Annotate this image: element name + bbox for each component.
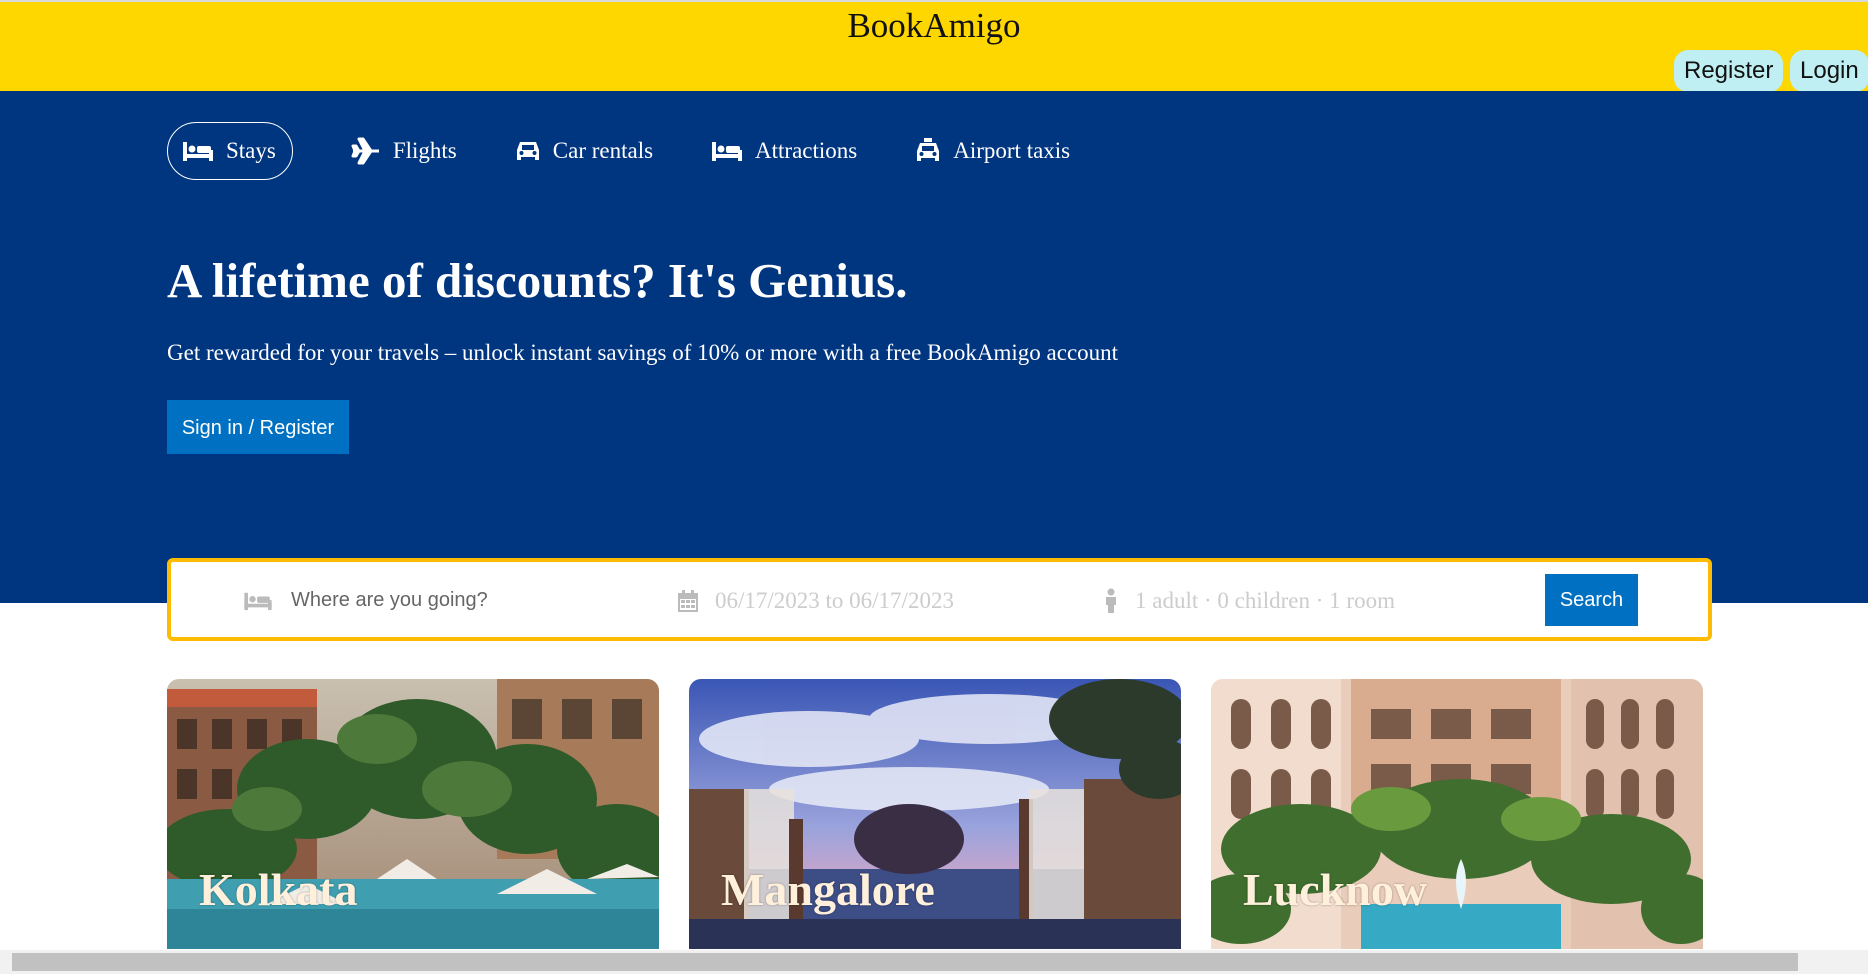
nav-item-label: Attractions bbox=[755, 138, 858, 163]
nav-item-label: Flights bbox=[392, 138, 457, 163]
bed-icon bbox=[183, 142, 213, 161]
taxi-icon bbox=[917, 138, 940, 161]
category-nav: Stays Flights Car rentals Attractions Ai… bbox=[167, 122, 1128, 180]
destination-card-kolkata[interactable]: Kolkata bbox=[167, 679, 659, 949]
nav-item-airport-taxis[interactable]: Airport taxis bbox=[915, 122, 1070, 180]
destination-card-mangalore[interactable]: Mangalore bbox=[689, 679, 1181, 949]
register-button[interactable]: Register bbox=[1674, 50, 1784, 92]
horizontal-scrollbar[interactable] bbox=[0, 950, 1868, 974]
top-bar: BookAmigo Register Login bbox=[0, 0, 1868, 92]
search-button[interactable]: Search bbox=[1545, 574, 1638, 626]
plane-icon bbox=[351, 137, 379, 165]
nav-item-label: Airport taxis bbox=[953, 138, 1071, 163]
date-range-field[interactable]: 06/17/2023 to 06/17/2023 bbox=[715, 588, 954, 614]
hero-headline: A lifetime of discounts? It's Genius. bbox=[167, 253, 908, 308]
car-icon bbox=[516, 142, 539, 160]
nav-item-car-rentals[interactable]: Car rentals bbox=[515, 122, 653, 180]
card-city-label: Mangalore bbox=[721, 864, 935, 915]
person-icon bbox=[1106, 588, 1116, 613]
login-button[interactable]: Login bbox=[1790, 50, 1868, 92]
destination-input[interactable]: Where are you going? bbox=[291, 589, 488, 612]
nav-item-label: Stays bbox=[226, 138, 276, 163]
brand-logo[interactable]: BookAmigo bbox=[0, 6, 1868, 46]
nav-item-label: Car rentals bbox=[552, 138, 654, 163]
destination-card-lucknow[interactable]: Lucknow bbox=[1211, 679, 1703, 949]
scrollbar-thumb[interactable] bbox=[12, 953, 1798, 971]
nav-item-flights[interactable]: Flights bbox=[351, 122, 457, 180]
hero-subline: Get rewarded for your travels – unlock i… bbox=[167, 340, 1119, 365]
bed-icon bbox=[244, 592, 272, 611]
card-city-label: Lucknow bbox=[1243, 864, 1428, 915]
nav-item-stays[interactable]: Stays bbox=[167, 122, 293, 180]
search-bar: Where are you going? 06/17/2023 to 06/17… bbox=[167, 558, 1712, 641]
calendar-icon bbox=[678, 590, 698, 612]
bed-icon bbox=[712, 142, 743, 161]
nav-item-attractions[interactable]: Attractions bbox=[711, 122, 857, 180]
sign-in-register-button[interactable]: Sign in / Register bbox=[167, 400, 349, 454]
card-city-label: Kolkata bbox=[199, 864, 358, 915]
guests-field[interactable]: 1 adult · 0 children · 1 room bbox=[1135, 588, 1395, 614]
